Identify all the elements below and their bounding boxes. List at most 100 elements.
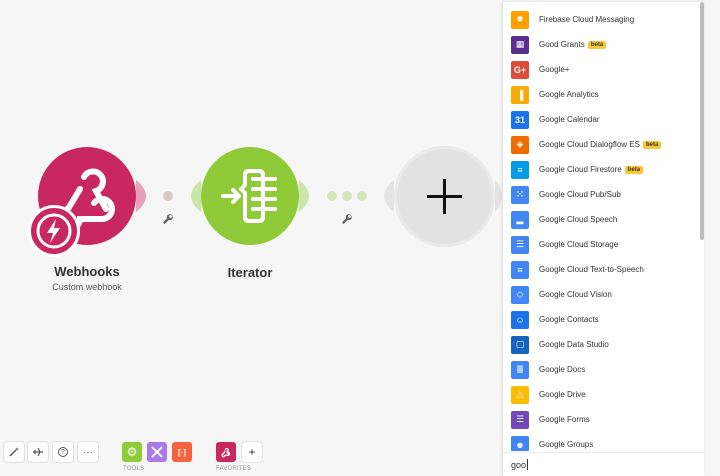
tools-settings-button[interactable]: ⚙ [122,442,142,462]
app-list-scrollbar[interactable] [700,2,704,240]
app-list-item-label: Google Forms [539,415,590,424]
app-list-item[interactable]: ▂ Google Cloud Speech [503,207,700,232]
app-name: Google+ [539,65,570,74]
app-name: Google Cloud Speech [539,215,618,224]
app-list-item[interactable]: ≡ Google Cloud Firestore beta [503,157,700,182]
app-list-item-label: Google Cloud Firestore beta [539,165,644,174]
gear-icon: ⚙ [126,445,138,459]
app-list-item[interactable]: ☺ Google Contacts [503,307,700,332]
connector-dot [357,191,367,201]
auto-align-button[interactable] [4,442,24,462]
app-list-item[interactable]: ▢ Google Data Studio [503,332,700,357]
app-list-item[interactable]: ◇ Google Cloud Vision [503,282,700,307]
app-picker-panel: ✸ Firebase Cloud Messaging ▦ Good Grants bet… [503,2,704,476]
iterator-output-handle[interactable] [299,180,309,212]
app-name: Google Cloud Vision [539,290,612,299]
app-list-item[interactable]: ◈ Google Cloud Dialogflow ES beta [503,132,700,157]
app-name: Google Cloud Dialogflow ES [539,140,640,149]
instant-trigger-badge [28,205,80,257]
firebase-icon: ✸ [511,10,529,29]
google-groups-icon: ☻ [511,435,529,451]
flow-control-button[interactable] [147,442,167,462]
adder-input-handle[interactable] [384,180,394,212]
app-list-item-label: Google Analytics [539,90,599,99]
app-name: Google Analytics [539,90,599,99]
app-list-item[interactable]: G+ Google+ [503,57,700,82]
iterator-icon [221,169,277,223]
app-name: Google Groups [539,440,594,449]
app-list-item-label: Google Cloud Text-to-Speech [539,265,644,274]
app-list-item[interactable]: ☻ Google Groups [503,432,700,451]
app-list-item[interactable]: ≡ Google Cloud Text-to-Speech [503,257,700,282]
iterator-input-handle[interactable] [191,180,201,212]
data-studio-icon: ▢ [511,335,529,354]
airplane-icon [33,447,43,457]
add-module-button[interactable] [394,146,495,247]
dialogflow-icon: ◈ [511,135,529,154]
more-icon: ··· [83,446,93,458]
magic-wand-icon [9,447,19,457]
app-list-item-label: Google Docs [539,365,585,374]
app-search-input[interactable]: goo [503,452,704,476]
text-caret [527,459,529,470]
webhooks-output-handle[interactable] [136,180,146,212]
app-list-item[interactable]: ▦ Good Grants beta [503,32,700,57]
app-list-item-label: Good Grants beta [539,40,607,49]
google-forms-icon: ☰ [511,410,529,429]
app-name: Google Contacts [539,315,599,324]
google-docs-icon: ≣ [511,360,529,379]
explain-flow-button[interactable] [28,442,48,462]
pubsub-icon: ⁙ [511,185,529,204]
app-name: Firebase Cloud Messaging [539,15,635,24]
app-name: Google Calendar [539,115,600,124]
app-list-item-label: Google+ [539,65,569,74]
cloud-storage-icon: ☰ [511,235,529,254]
search-value: goo [511,459,527,470]
app-list-item[interactable]: ⁙ Google Cloud Pub/Sub [503,182,700,207]
beta-badge: beta [587,40,607,49]
app-list-item-label: Google Cloud Vision [539,290,612,299]
connector-dot [163,191,173,201]
app-list-item-label: Google Cloud Dialogflow ES beta [539,140,662,149]
text-parser-icon: [·] [178,447,186,457]
beta-badge: beta [642,140,662,149]
google-calendar-icon: 31 [511,110,529,129]
favorites-caption: FAVORITES [216,466,252,472]
more-button[interactable]: ··· [78,442,98,462]
plus-icon: + [248,445,256,459]
plus-icon [427,179,462,214]
app-list-item[interactable]: △ Google Drive [503,382,700,407]
app-list-item[interactable]: ☰ Google Forms [503,407,700,432]
add-favorite-button[interactable]: + [242,442,262,462]
app-list-item[interactable]: 31 Google Calendar [503,107,700,132]
app-list-item[interactable]: ☰ Google Cloud Storage [503,232,700,257]
app-list-item[interactable]: ▐ Google Analytics [503,82,700,107]
module-subtitle: Custom webhook [52,282,122,292]
help-button[interactable]: ? [53,442,73,462]
app-list-item-label: Google Data Studio [539,340,609,349]
app-list-item-label: Google Groups [539,440,593,449]
app-list-item-label: Firebase Cloud Messaging [539,15,634,24]
wrench-icon[interactable] [341,213,353,225]
app-list-item-label: Google Contacts [539,315,599,324]
wrench-icon[interactable] [162,213,174,225]
app-name: Google Forms [539,415,590,424]
webhook-icon [221,447,231,458]
app-name: Google Cloud Text-to-Speech [539,265,644,274]
flow-control-icon [151,446,163,458]
beta-badge: beta [624,165,644,174]
app-name: Google Drive [539,390,586,399]
module-title: Iterator [227,265,273,280]
good-grants-icon: ▦ [511,35,529,54]
app-list: ✸ Firebase Cloud Messaging ▦ Good Grants bet… [503,2,704,451]
cloud-vision-icon: ◇ [511,285,529,304]
adder-output-handle[interactable] [495,180,502,212]
iterator-module[interactable] [201,147,299,245]
text-parser-button[interactable]: [·] [172,442,192,462]
connector-dot [342,191,352,201]
google-drive-icon: △ [511,385,529,404]
firestore-icon: ≡ [511,160,529,179]
favorite-webhooks-button[interactable] [216,442,236,462]
app-list-item[interactable]: ✸ Firebase Cloud Messaging [503,7,700,32]
app-list-item[interactable]: ≣ Google Docs [503,357,700,382]
